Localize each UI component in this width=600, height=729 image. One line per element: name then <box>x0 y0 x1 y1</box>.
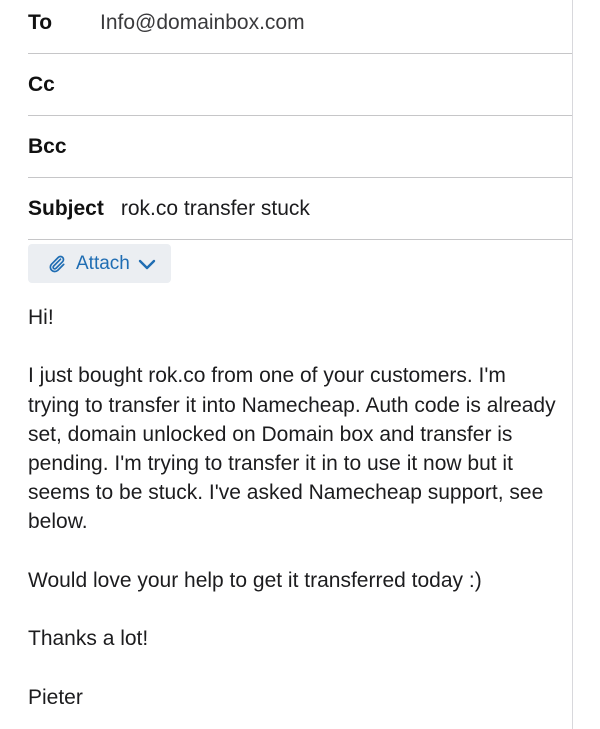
paperclip-icon <box>46 253 68 275</box>
to-field[interactable]: To Info@domainbox.com <box>28 0 572 54</box>
to-label: To <box>28 10 53 34</box>
bcc-label: Bcc <box>28 134 67 158</box>
subject-input[interactable]: rok.co transfer stuck <box>121 197 310 221</box>
subject-label: Subject <box>28 196 104 220</box>
email-compose-window: To Info@domainbox.com Cc Bcc Subject rok… <box>0 0 600 729</box>
chevron-down-icon <box>137 257 157 271</box>
attach-button[interactable]: Attach <box>28 244 171 283</box>
side-divider <box>572 0 600 729</box>
cc-field[interactable]: Cc <box>28 54 572 116</box>
subject-field[interactable]: Subject rok.co transfer stuck <box>28 178 572 240</box>
signature: Pieter <box>28 685 83 709</box>
attach-label: Attach <box>76 252 130 274</box>
message-body[interactable]: Hi! I just bought rok.co from one of you… <box>28 303 558 729</box>
bcc-field[interactable]: Bcc <box>28 116 572 178</box>
body-paragraph: I just bought rok.co from one of your cu… <box>28 364 556 534</box>
greeting: Hi! <box>28 306 54 329</box>
cc-label: Cc <box>28 72 55 96</box>
to-recipient[interactable]: Info@domainbox.com <box>100 11 305 35</box>
body-paragraph: Would love your help to get it transferr… <box>28 568 482 592</box>
closing: Thanks a lot! <box>28 627 149 651</box>
